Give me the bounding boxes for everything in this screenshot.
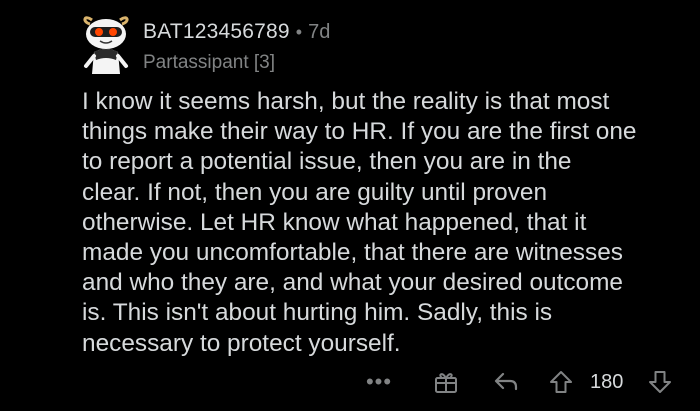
downvote-button[interactable]: [647, 362, 673, 402]
comment-actions: ••• 180: [0, 362, 700, 402]
comment-body: I know it seems harsh, but the reality i…: [82, 87, 682, 359]
comment-header: BAT123456789 • 7d Partassipant [3]: [143, 20, 330, 74]
comment-line: necessary to protect yourself.: [82, 329, 401, 357]
award-button[interactable]: [433, 362, 459, 402]
avatar-snoo-icon: [83, 16, 129, 74]
comment-line: to report a potential issue, then you ar…: [82, 148, 572, 176]
reply-button[interactable]: [493, 362, 519, 402]
award-icon: [435, 373, 457, 393]
upvote-button[interactable]: [548, 362, 574, 402]
vote-score: 180: [590, 370, 624, 393]
more-options-button[interactable]: •••: [364, 362, 394, 402]
more-options-icon: •••: [365, 369, 393, 394]
reply-icon: [494, 372, 518, 391]
comment-line: things make their way to HR. If you are …: [82, 118, 637, 146]
comment-line: is. This isn't about hurting him. Sadly,…: [82, 299, 553, 327]
separator-dot: •: [295, 22, 303, 42]
upvote-icon: [550, 371, 572, 393]
comment-line: I know it seems harsh, but the reality i…: [82, 88, 610, 115]
comment-line: otherwise. Let HR know what happened, th…: [82, 208, 587, 236]
username[interactable]: BAT123456789: [143, 20, 290, 44]
comment-line: made you uncomfortable, that there are w…: [82, 239, 623, 267]
comment-line: clear. If not, then you are guilty until…: [82, 178, 548, 206]
avatar[interactable]: [76, 8, 136, 74]
user-flair: Partassipant [3]: [143, 52, 276, 73]
comment: BAT123456789 • 7d Partassipant [3] I kno…: [0, 0, 700, 411]
downvote-icon: [649, 371, 671, 393]
comment-age: 7d: [308, 21, 331, 43]
comment-line: and who they are, and what your desired …: [82, 269, 623, 297]
